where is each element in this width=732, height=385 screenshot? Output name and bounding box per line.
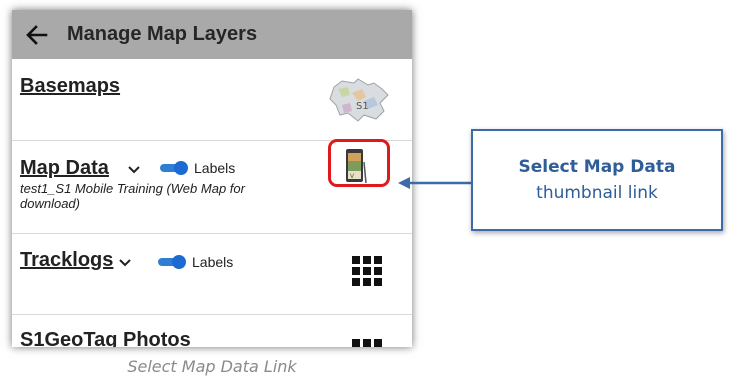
callout-arrow xyxy=(398,177,471,189)
labels-toggle[interactable] xyxy=(160,161,188,175)
basemap-thumbnail[interactable]: S1 xyxy=(328,75,396,123)
toggle-knob xyxy=(172,255,186,269)
grid-icon[interactable] xyxy=(352,256,382,286)
layer-row-basemaps[interactable]: Basemaps S1 xyxy=(12,59,412,141)
figure-caption: Select Map Data Link xyxy=(127,357,297,376)
tracklogs-title[interactable]: Tracklogs xyxy=(20,249,113,272)
toggle-knob xyxy=(174,161,188,175)
chevron-down-icon[interactable] xyxy=(119,259,131,267)
layer-row-tracklogs[interactable]: Tracklogs Labels xyxy=(12,234,412,315)
labels-toggle-label: Labels xyxy=(192,254,234,270)
layer-row-s1geotag-photos[interactable]: S1GeoTag Photos xyxy=(12,315,412,347)
svg-text:S1: S1 xyxy=(356,101,369,112)
basemaps-title[interactable]: Basemaps xyxy=(20,75,120,98)
labels-toggle[interactable] xyxy=(158,255,186,269)
chevron-down-icon[interactable] xyxy=(128,166,140,174)
thumbnail-highlight-box xyxy=(328,139,390,187)
s1geotag-photos-title[interactable]: S1GeoTag Photos xyxy=(20,329,191,347)
callout-box: Select Map Data thumbnail link xyxy=(471,129,723,231)
page-title: Manage Map Layers xyxy=(67,23,258,45)
map-data-subtitle: test1_S1 Mobile Training (Web Map for do… xyxy=(20,181,245,211)
map-data-title[interactable]: Map Data xyxy=(20,157,109,180)
callout-heading: Select Map Data xyxy=(518,157,676,177)
app-bar: Manage Map Layers xyxy=(12,10,412,59)
labels-toggle-label: Labels xyxy=(194,160,236,176)
callout-text: thumbnail link xyxy=(536,183,658,203)
back-arrow-icon[interactable] xyxy=(26,24,48,46)
grid-icon[interactable] xyxy=(352,339,382,347)
